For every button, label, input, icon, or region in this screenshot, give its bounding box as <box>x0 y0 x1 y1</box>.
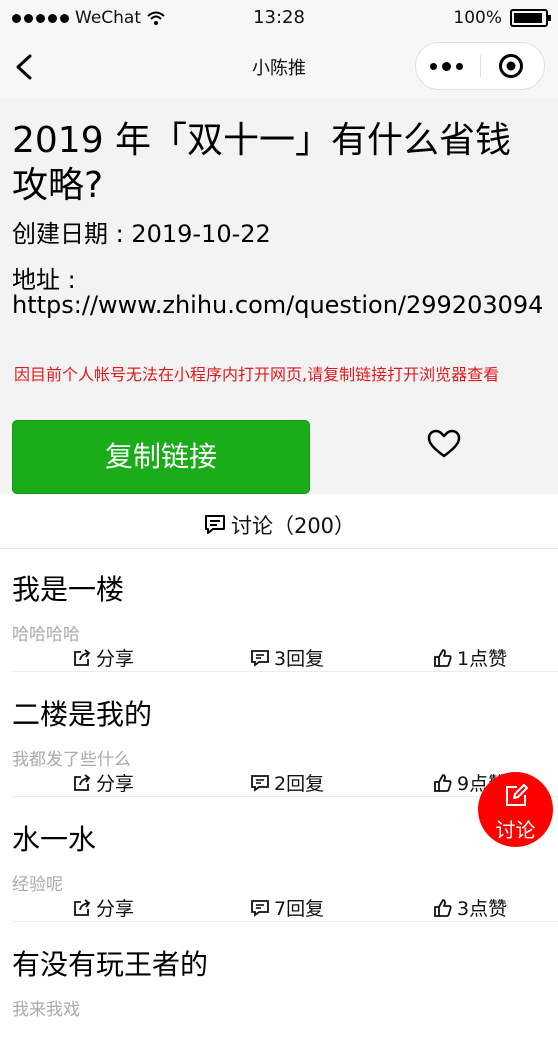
thumbs-up-icon <box>434 648 452 667</box>
share-button[interactable]: 分享 <box>72 894 134 921</box>
capsule-divider <box>480 55 481 77</box>
post-description: 哈哈哈哈 <box>12 625 80 645</box>
mini-program-capsule <box>415 42 545 90</box>
battery-icon <box>510 9 551 27</box>
reply-button[interactable]: 3回复 <box>250 644 324 671</box>
reply-count: 3回复 <box>274 648 325 670</box>
reply-button[interactable]: 2回复 <box>250 769 324 796</box>
status-right: 100% <box>453 8 551 28</box>
comment-icon <box>204 515 225 534</box>
share-icon <box>74 898 91 916</box>
address-url: https://www.zhihu.com/question/299203094 <box>12 291 544 319</box>
post-actions: 分享 2回复 9点赞 <box>0 769 558 795</box>
post-description: 经验呢 <box>12 875 63 895</box>
share-label: 分享 <box>96 773 135 795</box>
thumbs-up-icon <box>434 773 452 792</box>
post-actions: 分享 3回复 1点赞 <box>0 644 558 670</box>
divider <box>12 921 558 922</box>
address-label: 地址 : <box>12 266 76 294</box>
question-title: 2019 年「双十一」有什么省钱攻略? <box>12 120 512 206</box>
post-title: 有没有玩王者的 <box>12 948 209 981</box>
post-description: 我都发了些什么 <box>12 750 131 770</box>
post-description: 我来我戏 <box>12 1000 80 1020</box>
post-title: 我是一楼 <box>12 573 125 606</box>
battery-percent: 100% <box>453 8 502 28</box>
fab-label: 讨论 <box>495 818 536 842</box>
nav-bar: 小陈推 <box>0 36 558 98</box>
share-button[interactable]: 分享 <box>72 644 134 671</box>
edit-icon <box>506 784 528 806</box>
like-count: 1点赞 <box>457 648 508 670</box>
heart-icon[interactable] <box>427 429 461 459</box>
copy-link-button[interactable]: 复制链接 <box>12 420 310 494</box>
share-icon <box>74 648 91 666</box>
like-button[interactable]: 3点赞 <box>433 894 507 921</box>
more-icon[interactable] <box>430 56 470 76</box>
share-icon <box>74 773 91 791</box>
share-label: 分享 <box>96 898 135 920</box>
divider <box>12 671 558 672</box>
reply-count: 7回复 <box>274 898 325 920</box>
list-item[interactable]: 我是一楼 哈哈哈哈 分享 3回复 1点赞 <box>0 548 558 673</box>
created-date: 创建日期 : 2019-10-22 <box>12 220 271 248</box>
tab-discussion[interactable]: 讨论（200） <box>0 510 558 540</box>
like-button[interactable]: 1点赞 <box>433 644 507 671</box>
share-label: 分享 <box>96 648 135 670</box>
post-actions: 分享 7回复 3点赞 <box>0 894 558 920</box>
comment-icon <box>251 774 269 792</box>
question-header: 2019 年「双十一」有什么省钱攻略? 创建日期 : 2019-10-22 地址… <box>0 98 558 494</box>
reply-button[interactable]: 7回复 <box>250 894 324 921</box>
post-title: 水一水 <box>12 823 97 856</box>
reply-count: 2回复 <box>274 773 325 795</box>
discuss-fab-button[interactable]: 讨论 <box>478 772 553 847</box>
list-item[interactable]: 有没有玩王者的 我来我戏 <box>0 923 558 1048</box>
like-count: 3点赞 <box>457 898 508 920</box>
discussion-tab-bar: 讨论（200） <box>0 494 558 549</box>
tab-discussion-label: 讨论（200） <box>230 514 356 538</box>
close-target-icon[interactable] <box>498 53 524 79</box>
post-title: 二楼是我的 <box>12 698 153 731</box>
notice-text: 因目前个人帐号无法在小程序内打开网页,请复制链接打开浏览器查看 <box>14 365 500 384</box>
comment-icon <box>251 649 269 667</box>
share-button[interactable]: 分享 <box>72 769 134 796</box>
divider <box>12 796 558 797</box>
list-item[interactable]: 二楼是我的 我都发了些什么 分享 2回复 9点赞 <box>0 673 558 798</box>
thumbs-up-icon <box>434 898 452 917</box>
comment-icon <box>251 899 269 917</box>
list-item[interactable]: 水一水 经验呢 分享 7回复 3点赞 <box>0 798 558 923</box>
status-bar: WeChat 13:28 100% <box>0 0 558 36</box>
